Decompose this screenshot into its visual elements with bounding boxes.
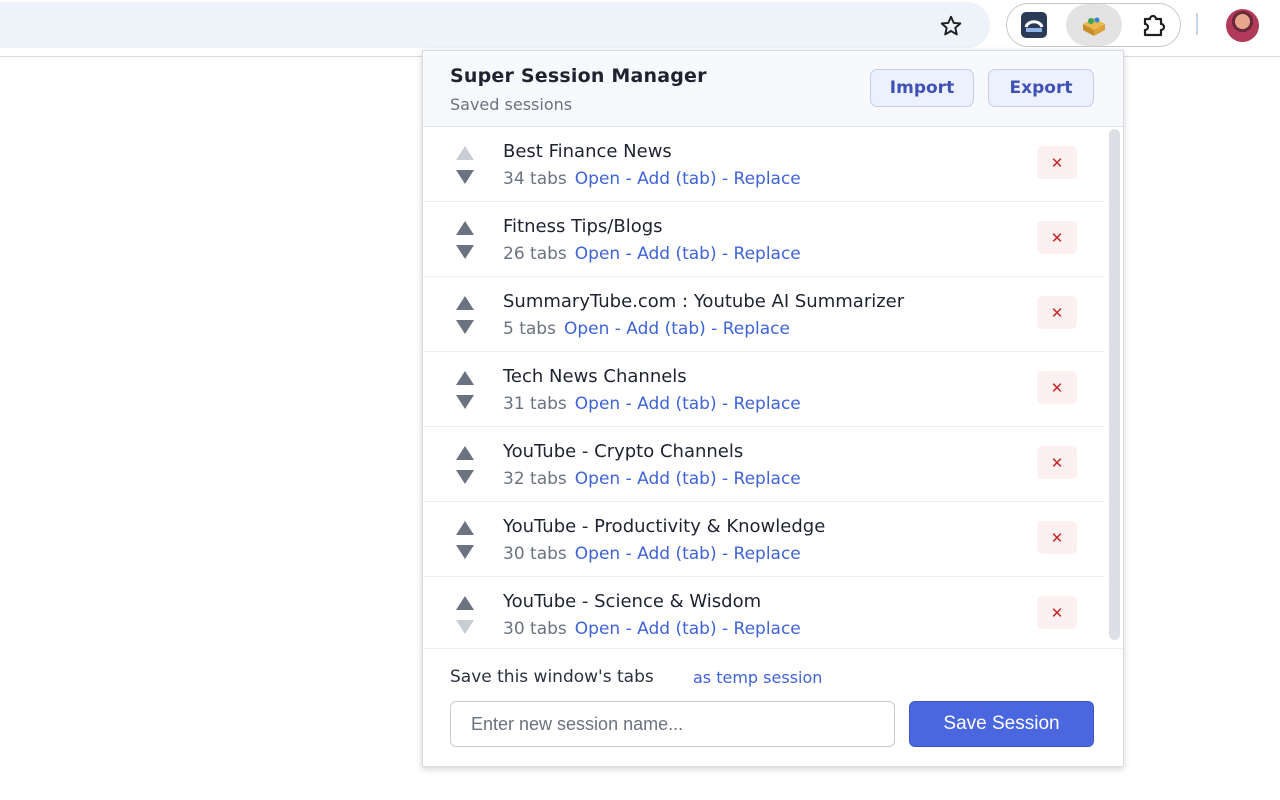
session-row: Best Finance News 34 tabs Open - Add (tab…	[423, 127, 1105, 202]
session-meta: 5 tabs Open - Add (tab) - Replace	[503, 319, 790, 339]
tab-count: 30 tabs	[503, 544, 567, 564]
super-session-manager-icon[interactable]	[1066, 4, 1122, 46]
delete-session-button[interactable]: ✕	[1037, 296, 1077, 329]
export-button[interactable]: Export	[988, 69, 1094, 107]
scrollbar[interactable]	[1105, 127, 1123, 648]
scrollbar-thumb[interactable]	[1109, 129, 1120, 640]
save-session-button[interactable]: Save Session	[909, 701, 1094, 747]
reorder-controls	[456, 143, 476, 187]
session-actions-link[interactable]: Open - Add (tab) - Replace	[575, 394, 801, 414]
session-actions-link[interactable]: Open - Add (tab) - Replace	[575, 619, 801, 639]
move-down-icon[interactable]	[456, 395, 474, 409]
move-down-icon[interactable]	[456, 545, 474, 559]
session-meta: 31 tabs Open - Add (tab) - Replace	[503, 394, 801, 414]
reorder-controls	[456, 293, 476, 337]
move-down-icon[interactable]	[456, 470, 474, 484]
move-up-icon[interactable]	[456, 146, 474, 160]
session-name-input[interactable]	[450, 701, 895, 747]
move-down-icon[interactable]	[456, 245, 474, 259]
tab-count: 26 tabs	[503, 244, 567, 264]
move-down-icon[interactable]	[456, 620, 474, 634]
move-down-icon[interactable]	[456, 170, 474, 184]
session-name: Tech News Channels	[503, 366, 687, 387]
session-row: SummaryTube.com : Youtube AI Summarizer …	[423, 277, 1105, 352]
toolbar-separator	[1196, 13, 1198, 35]
tab-count: 5 tabs	[503, 319, 556, 339]
temp-session-link[interactable]: as temp session	[693, 668, 822, 687]
popup-header: Super Session Manager Saved sessions Imp…	[423, 51, 1123, 127]
delete-session-button[interactable]: ✕	[1037, 146, 1077, 179]
session-meta: 30 tabs Open - Add (tab) - Replace	[503, 619, 801, 639]
move-up-icon[interactable]	[456, 296, 474, 310]
session-actions-link[interactable]: Open - Add (tab) - Replace	[575, 169, 801, 189]
move-up-icon[interactable]	[456, 446, 474, 460]
session-name: YouTube - Science & Wisdom	[503, 591, 762, 612]
reorder-controls	[456, 218, 476, 262]
tab-count: 32 tabs	[503, 469, 567, 489]
session-actions-link[interactable]: Open - Add (tab) - Replace	[564, 319, 790, 339]
session-row: Tech News Channels 31 tabs Open - Add (ta…	[423, 352, 1105, 427]
session-meta: 32 tabs Open - Add (tab) - Replace	[503, 469, 801, 489]
session-name: YouTube - Crypto Channels	[503, 441, 744, 462]
session-actions-link[interactable]: Open - Add (tab) - Replace	[575, 544, 801, 564]
session-meta: 34 tabs Open - Add (tab) - Replace	[503, 169, 801, 189]
delete-session-button[interactable]: ✕	[1037, 596, 1077, 629]
move-up-icon[interactable]	[456, 521, 474, 535]
app-subtitle: Saved sessions	[450, 95, 573, 114]
session-row: YouTube - Productivity & Knowledge 30 ta…	[423, 502, 1105, 577]
session-name: Best Finance News	[503, 141, 672, 162]
save-session-footer: Save this window's tabs as temp session …	[423, 648, 1123, 766]
session-row: Fitness Tips/Blogs 26 tabs Open - Add (ta…	[423, 202, 1105, 277]
tab-count: 34 tabs	[503, 169, 567, 189]
session-meta: 26 tabs Open - Add (tab) - Replace	[503, 244, 801, 264]
session-meta: 30 tabs Open - Add (tab) - Replace	[503, 544, 801, 564]
delete-session-button[interactable]: ✕	[1037, 221, 1077, 254]
session-name: YouTube - Productivity & Knowledge	[503, 516, 826, 537]
reorder-controls	[456, 368, 476, 412]
address-bar[interactable]	[0, 2, 990, 48]
move-up-icon[interactable]	[456, 221, 474, 235]
reorder-controls	[456, 518, 476, 562]
move-up-icon[interactable]	[456, 596, 474, 610]
move-down-icon[interactable]	[456, 320, 474, 334]
session-manager-popup: Super Session Manager Saved sessions Imp…	[422, 50, 1124, 767]
tab-count: 31 tabs	[503, 394, 567, 414]
move-up-icon[interactable]	[456, 371, 474, 385]
import-button[interactable]: Import	[870, 69, 974, 107]
browser-toolbar	[0, 0, 1280, 57]
extensions-puzzle-icon[interactable]	[1137, 8, 1171, 42]
extension-icon-1[interactable]	[1017, 8, 1051, 42]
tab-count: 30 tabs	[503, 619, 567, 639]
session-list: Best Finance News 34 tabs Open - Add (tab…	[423, 127, 1105, 648]
delete-session-button[interactable]: ✕	[1037, 521, 1077, 554]
delete-session-button[interactable]: ✕	[1037, 446, 1077, 479]
session-name: Fitness Tips/Blogs	[503, 216, 663, 237]
session-name: SummaryTube.com : Youtube AI Summarizer	[503, 291, 905, 312]
bookmark-star-icon[interactable]	[936, 11, 966, 41]
reorder-controls	[456, 593, 476, 637]
session-row: YouTube - Science & Wisdom 30 tabs Open -…	[423, 577, 1105, 648]
app-title: Super Session Manager	[450, 65, 707, 87]
save-tabs-label: Save this window's tabs	[450, 667, 654, 687]
reorder-controls	[456, 443, 476, 487]
session-row: YouTube - Crypto Channels 32 tabs Open - …	[423, 427, 1105, 502]
session-actions-link[interactable]: Open - Add (tab) - Replace	[575, 244, 801, 264]
profile-avatar[interactable]	[1226, 9, 1259, 42]
extensions-group	[1006, 3, 1181, 47]
delete-session-button[interactable]: ✕	[1037, 371, 1077, 404]
session-actions-link[interactable]: Open - Add (tab) - Replace	[575, 469, 801, 489]
